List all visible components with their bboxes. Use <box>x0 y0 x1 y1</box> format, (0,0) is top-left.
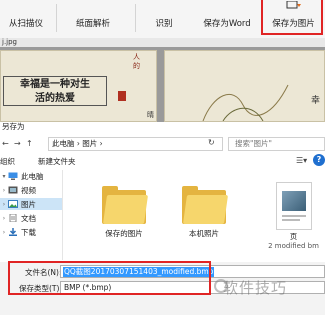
dialog-title: 另存为 <box>0 122 325 132</box>
forward-icon[interactable]: → <box>14 139 21 148</box>
chevron-down-icon[interactable]: ▾ <box>0 173 8 180</box>
page-right: 幸 <box>164 50 325 122</box>
nav-item-downloads[interactable]: › 下载 <box>0 226 36 238</box>
save-as-word-label: 保存为Word <box>203 19 251 29</box>
chevron-right-icon[interactable]: › <box>0 215 8 222</box>
command-bar: 组织 新建文件夹 ☰▾ ? <box>0 154 325 168</box>
main-toolbar: 从扫描仪 纸面解析 识别 保存为Word 保存为图片 <box>0 0 325 38</box>
nav-item-documents[interactable]: › 文档 <box>0 212 36 224</box>
nav-label: 下载 <box>21 227 36 237</box>
pictures-icon <box>8 200 18 208</box>
view-options-icon[interactable]: ☰▾ <box>296 156 307 165</box>
address-path: 此电脑 › 图片 › <box>52 139 103 148</box>
chevron-right-icon[interactable]: › <box>0 187 8 194</box>
poem-title-line2: 活的热爱 <box>35 93 75 104</box>
nav-item-videos[interactable]: › 视频 <box>0 184 36 196</box>
folder-camera-roll[interactable]: 本机照片 <box>178 186 230 239</box>
pane-divider <box>62 170 63 260</box>
red-seal <box>118 91 126 101</box>
search-input[interactable]: 搜索"图片" <box>228 137 325 151</box>
recognize-button[interactable]: 识别 <box>140 0 188 38</box>
back-icon[interactable]: ← <box>2 139 9 148</box>
organize-button[interactable]: 组织 <box>0 156 15 167</box>
nav-item-pictures[interactable]: › 图片 <box>0 198 62 210</box>
folder-label: 保存的图片 <box>105 229 143 238</box>
folder-saved-pictures[interactable]: 保存的图片 <box>98 186 150 239</box>
save-as-dialog: 另存为 ← → ↑ 此电脑 › 图片 › ↻ 搜索"图片" 组织 新建文件夹 ☰… <box>0 122 325 315</box>
documents-icon <box>9 214 17 222</box>
file-label: 页 <box>289 232 298 241</box>
poem-title-line1: 幸福是一种对生 <box>20 79 90 90</box>
video-icon <box>8 186 18 194</box>
nav-label: 视频 <box>21 185 36 195</box>
layout-analysis-label: 纸面解析 <box>75 19 110 29</box>
chevron-right-icon[interactable]: › <box>0 229 8 236</box>
vertical-text-2: 晴 <box>147 111 154 119</box>
new-folder-button[interactable]: 新建文件夹 <box>38 156 76 167</box>
toolbar-divider <box>135 4 136 32</box>
folder-icon <box>182 186 229 224</box>
image-file-icon <box>275 182 312 230</box>
download-icon <box>9 228 17 236</box>
scan-label: 从扫描仪 <box>8 19 43 29</box>
search-placeholder: 搜索"图片" <box>235 139 272 148</box>
file-tab[interactable]: j.jpg <box>0 38 325 47</box>
poem-title: 幸福是一种对生 活的热爱 <box>3 76 107 106</box>
up-icon[interactable]: ↑ <box>26 139 33 148</box>
decoration-drawing <box>202 84 289 121</box>
nav-label: 图片 <box>21 199 36 209</box>
folder-icon <box>102 186 149 224</box>
folder-label: 本机照片 <box>189 229 219 238</box>
filename-highlight <box>8 261 211 295</box>
vertical-text-1: 人的 <box>133 53 140 70</box>
file-sublabel: 2 modified bm <box>268 242 319 250</box>
file-item-bmp[interactable]: 页 2 modified bm <box>262 182 325 250</box>
navigation-pane: ▾ 此电脑 › 视频 › 图片 › 文档 › 下载 <box>0 170 62 260</box>
toolbar-divider <box>56 4 57 32</box>
address-row: ← → ↑ 此电脑 › 图片 › ↻ 搜索"图片" <box>0 136 325 152</box>
document-viewer: j.jpg 幸福是一种对生 活的热爱 人的 晴 幸 <box>0 38 325 122</box>
layout-analysis-button[interactable]: 纸面解析 <box>62 0 124 38</box>
page-left: 幸福是一种对生 活的热爱 人的 晴 <box>0 50 157 122</box>
computer-icon <box>8 172 18 180</box>
help-icon[interactable]: ? <box>313 154 325 166</box>
watermark-text: 软件技巧 <box>223 279 288 297</box>
recognize-label: 识别 <box>155 19 173 29</box>
address-bar[interactable]: 此电脑 › 图片 › <box>48 137 223 151</box>
refresh-icon[interactable]: ↻ <box>208 138 215 147</box>
chevron-right-icon[interactable]: › <box>0 201 8 208</box>
save-as-word-button[interactable]: 保存为Word <box>196 0 258 38</box>
nav-item-this-pc[interactable]: ▾ 此电脑 <box>0 170 44 182</box>
nav-label: 文档 <box>21 213 36 223</box>
right-page-char: 幸 <box>310 96 320 106</box>
nav-label: 此电脑 <box>21 171 44 181</box>
scan-button[interactable]: 从扫描仪 <box>0 0 52 38</box>
save-image-highlight <box>261 0 323 35</box>
